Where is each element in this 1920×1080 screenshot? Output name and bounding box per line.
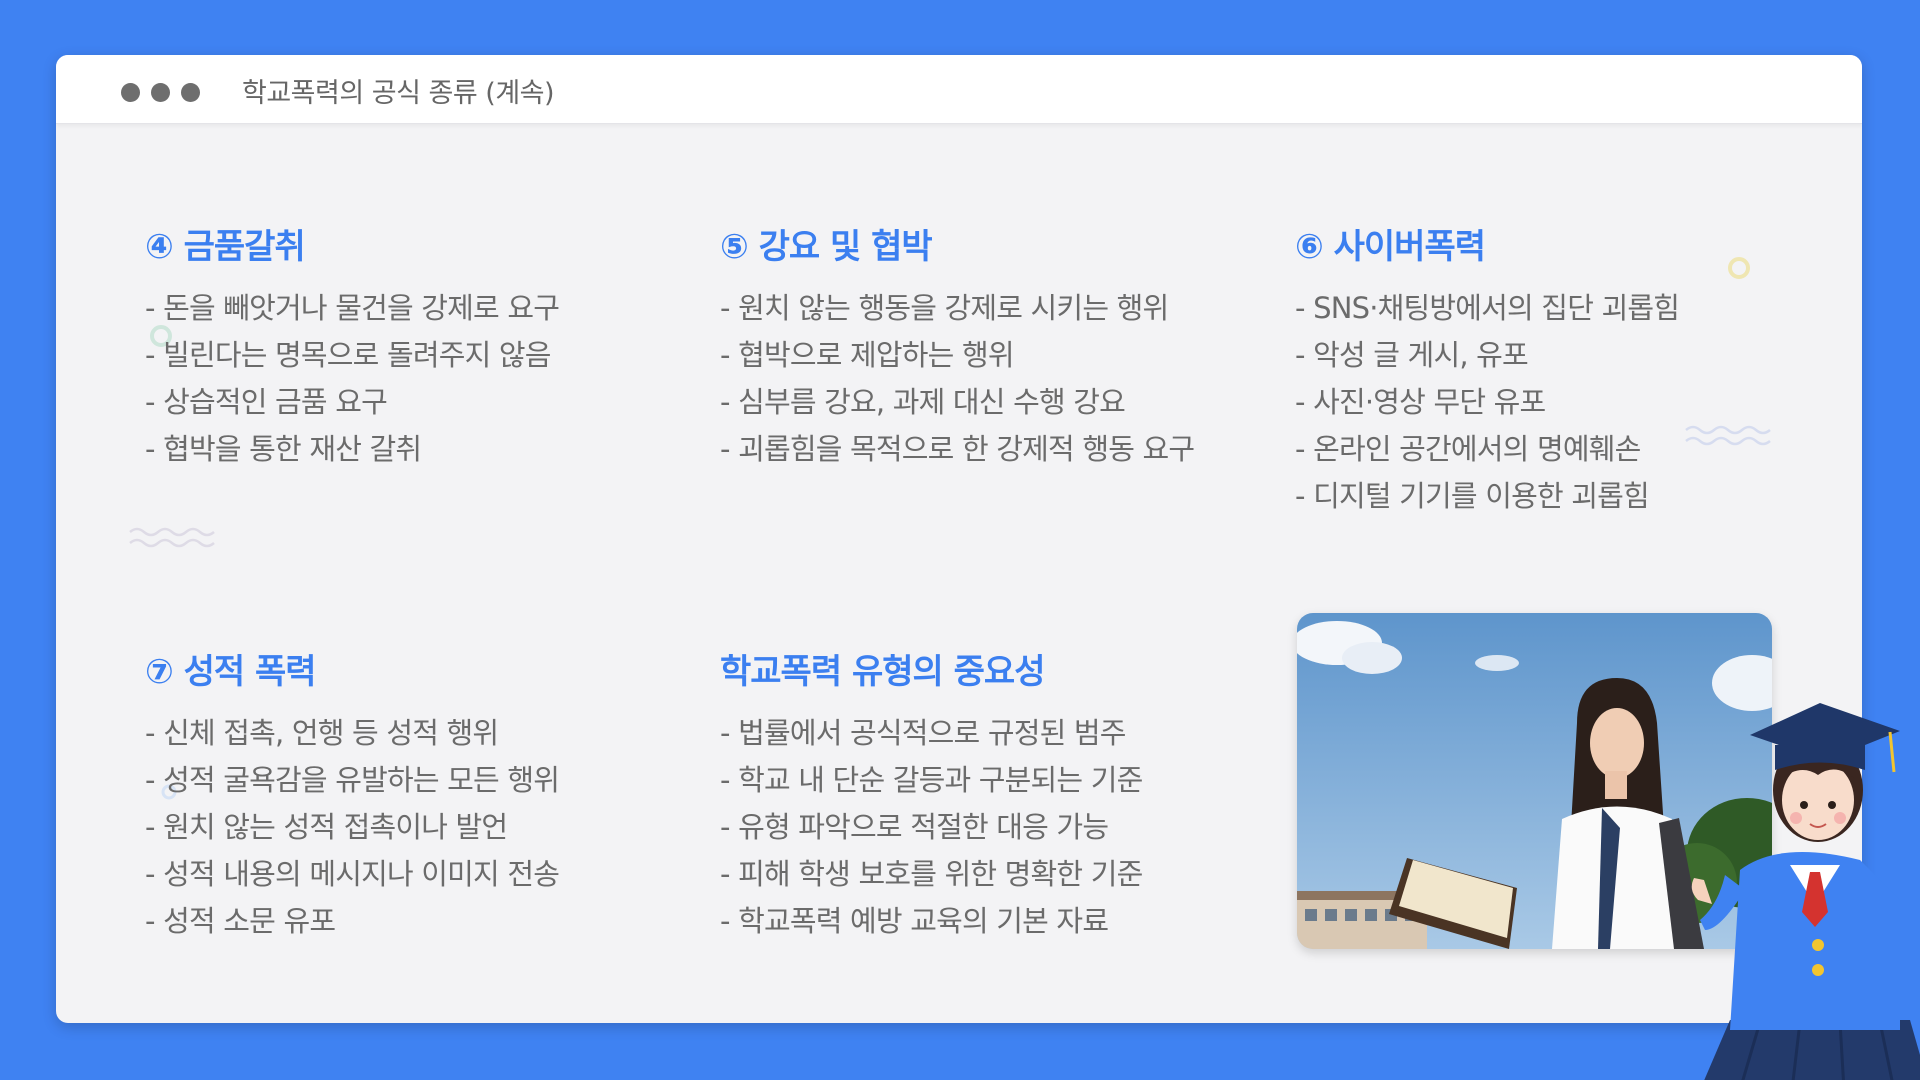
section-heading: ⑦ 성적 폭력 (145, 652, 317, 692)
slide-window: 학교폭력의 공식 종류 (계속) ④ 금품갈취 - 돈을 빼앗거나 물건을 강제… (56, 55, 1862, 1023)
window-controls (121, 83, 200, 102)
list-item: - 돈을 빼앗거나 물건을 강제로 요구 (145, 291, 560, 325)
window-dot-icon[interactable] (121, 83, 140, 102)
section-sexual-violence: ⑦ 성적 폭력 - 신체 접촉, 언행 등 성적 행위 - 성적 굴욕감을 유발… (145, 650, 665, 945)
list-item: - 신체 접촉, 언행 등 성적 행위 (145, 716, 499, 750)
section-heading: ⑤ 강요 및 협박 (720, 227, 933, 267)
section-cyber-violence: ⑥ 사이버폭력 - SNS·채팅방에서의 집단 괴롭힘 - 악성 글 게시, 유… (1295, 225, 1815, 520)
section-list: - 법률에서 공식적으로 규정된 범주 - 학교 내 단순 갈등과 구분되는 기… (720, 710, 1240, 945)
list-item: - 온라인 공간에서의 명예훼손 (1295, 432, 1641, 466)
list-item: - 성적 굴욕감을 유발하는 모든 행위 (145, 763, 560, 797)
graduate-mascot-icon (1691, 703, 1920, 1080)
section-importance: 학교폭력 유형의 중요성 - 법률에서 공식적으로 규정된 범주 - 학교 내 … (720, 650, 1240, 945)
window-title: 학교폭력의 공식 종류 (계속) (242, 78, 555, 109)
list-item: - 빌린다는 명목으로 돌려주지 않음 (145, 338, 551, 372)
list-item: - 사진·영상 무단 유포 (1295, 385, 1546, 419)
window-dot-icon[interactable] (181, 83, 200, 102)
list-item: - 괴롭힘을 목적으로 한 강제적 행동 요구 (720, 432, 1195, 466)
list-item: - 유형 파악으로 적절한 대응 가능 (720, 810, 1109, 844)
section-extortion: ④ 금품갈취 - 돈을 빼앗거나 물건을 강제로 요구 - 빌린다는 명목으로 … (145, 225, 665, 473)
list-item: - 심부름 강요, 과제 대신 수행 강요 (720, 385, 1126, 419)
list-item: - 협박을 통한 재산 갈취 (145, 432, 422, 466)
section-coercion: ⑤ 강요 및 협박 - 원치 않는 행동을 강제로 시키는 행위 - 협박으로 … (720, 225, 1200, 473)
window-titlebar: 학교폭력의 공식 종류 (계속) (56, 55, 1862, 124)
list-item: - SNS·채팅방에서의 집단 괴롭힘 (1295, 291, 1680, 325)
list-item: - 학교 내 단순 갈등과 구분되는 기준 (720, 763, 1143, 797)
list-item: - 피해 학생 보호를 위한 명확한 기준 (720, 857, 1143, 891)
list-item: - 원치 않는 행동을 강제로 시키는 행위 (720, 291, 1169, 325)
wave-decoration-icon (129, 527, 215, 548)
section-heading: ④ 금품갈취 (145, 227, 306, 267)
list-item: - 성적 소문 유포 (145, 904, 336, 938)
section-heading: 학교폭력 유형의 중요성 (720, 652, 1045, 692)
list-item: - 디지털 기기를 이용한 괴롭힘 (1295, 479, 1650, 513)
list-item: - 성적 내용의 메시지나 이미지 전송 (145, 857, 560, 891)
window-dot-icon[interactable] (151, 83, 170, 102)
section-heading: ⑥ 사이버폭력 (1295, 227, 1486, 267)
section-list: - 신체 접촉, 언행 등 성적 행위 - 성적 굴욕감을 유발하는 모든 행위… (145, 710, 665, 945)
section-list: - 돈을 빼앗거나 물건을 강제로 요구 - 빌린다는 명목으로 돌려주지 않음… (145, 285, 665, 473)
list-item: - 학교폭력 예방 교육의 기본 자료 (720, 904, 1109, 938)
list-item: - 상습적인 금품 요구 (145, 385, 388, 419)
section-list: - 원치 않는 행동을 강제로 시키는 행위 - 협박으로 제압하는 행위 - … (720, 285, 1200, 473)
list-item: - 악성 글 게시, 유포 (1295, 338, 1529, 372)
section-list: - SNS·채팅방에서의 집단 괴롭힘 - 악성 글 게시, 유포 - 사진·영… (1295, 285, 1815, 520)
list-item: - 협박으로 제압하는 행위 (720, 338, 1015, 372)
list-item: - 원치 않는 성적 접촉이나 발언 (145, 810, 508, 844)
list-item: - 법률에서 공식적으로 규정된 범주 (720, 716, 1126, 750)
